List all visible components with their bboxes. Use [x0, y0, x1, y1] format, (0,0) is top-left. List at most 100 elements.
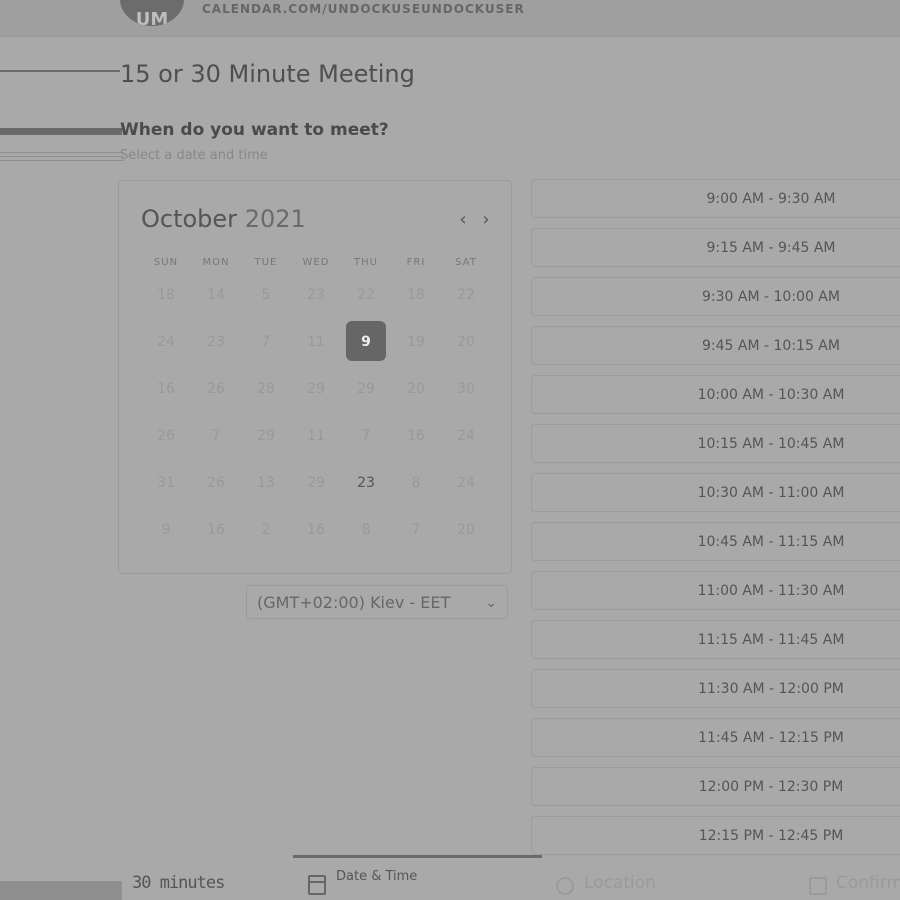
calendar-day: 26: [191, 365, 241, 412]
day-number: 16: [207, 521, 225, 538]
calendar-day: 23: [291, 271, 341, 318]
weekday-label: TUE: [254, 257, 278, 268]
calendar-day: 11: [291, 412, 341, 459]
calendar-day: 7: [391, 506, 441, 553]
week-row: 9 16 2 16 8 7 20: [141, 506, 491, 553]
day-number: 5: [261, 286, 271, 303]
calendar-day: 24: [141, 318, 191, 365]
weekday-label: FRI: [406, 257, 426, 268]
day-number: 31: [157, 474, 175, 491]
week-row: 24 23 7 11 9 19 20: [141, 318, 491, 365]
time-slot-button[interactable]: 11:15 AM - 11:45 AM: [531, 620, 900, 659]
day-number: 16: [157, 380, 175, 397]
day-number: 23: [207, 333, 225, 350]
time-slot-button[interactable]: 10:00 AM - 10:30 AM: [531, 375, 900, 414]
day-number: 18: [157, 286, 175, 303]
day-number: 7: [261, 333, 271, 350]
calendar-day: 11: [291, 318, 341, 365]
time-slot-label: 9:30 AM - 10:00 AM: [702, 289, 840, 305]
time-slot-label: 10:30 AM - 11:00 AM: [697, 485, 845, 501]
calendar-day: 20: [441, 506, 491, 553]
calendar-day: 20: [391, 365, 441, 412]
tab-location[interactable]: Location: [584, 873, 656, 893]
day-number: 8: [361, 521, 371, 538]
time-slot-button[interactable]: 11:45 AM - 12:15 PM: [531, 718, 900, 757]
week-row: 16 26 28 29 29 20 30: [141, 365, 491, 412]
year-label: 2021: [244, 205, 306, 233]
booking-url[interactable]: CALENDAR.COM/UNDOCKUSEUNDOCKUSER: [202, 2, 525, 16]
date-picker: October 2021 ‹ › SUN MON TUE WED THU FRI SAT 1…: [118, 180, 512, 574]
left-panel-strokes: [0, 60, 124, 180]
tab-confirm[interactable]: Confirm in: [836, 873, 900, 893]
calendar-day: 7: [241, 318, 291, 365]
chevron-left-icon: ‹: [459, 209, 467, 230]
weekday-label: WED: [302, 257, 330, 268]
calendar-day: 16: [291, 506, 341, 553]
calendar-day[interactable]: 23: [341, 459, 391, 506]
day-number: 28: [257, 380, 275, 397]
time-slot-label: 11:30 AM - 12:00 PM: [698, 681, 844, 697]
day-number: 23: [307, 286, 325, 303]
calendar-day: 23: [191, 318, 241, 365]
weekday-label: THU: [354, 257, 378, 268]
booking-steps-bar: 30 minutes Date & Time Location Confirm …: [0, 855, 900, 900]
time-slot-button[interactable]: 11:30 AM - 12:00 PM: [531, 669, 900, 708]
time-slot-label: 10:45 AM - 11:15 AM: [697, 534, 845, 550]
time-slot-button[interactable]: 9:15 AM - 9:45 AM: [531, 228, 900, 267]
time-slot-button[interactable]: 12:15 PM - 12:45 PM: [531, 816, 900, 855]
day-number: 24: [457, 474, 475, 491]
chevron-down-icon: ⌄: [485, 595, 497, 611]
time-slot-label: 9:00 AM - 9:30 AM: [706, 191, 836, 207]
time-slot-label: 12:15 PM - 12:45 PM: [698, 828, 844, 844]
day-number: 9: [361, 333, 371, 350]
active-tab-indicator: [293, 855, 542, 858]
day-grid: 18 14 5 23 22 18 22 24 23 7 11 9 19 20 16 26 28 29 29 20 30 2…: [141, 271, 491, 553]
time-slot-button[interactable]: 11:00 AM - 11:30 AM: [531, 571, 900, 610]
calendar-day: 8: [341, 506, 391, 553]
day-number: 7: [361, 427, 371, 444]
next-month-button[interactable]: ›: [476, 209, 496, 231]
timezone-select[interactable]: (GMT+02:00) Kiev - EET ⌄: [246, 585, 508, 619]
day-number: 29: [357, 380, 375, 397]
time-slot-button[interactable]: 9:30 AM - 10:00 AM: [531, 277, 900, 316]
avatar: UM: [120, 0, 184, 26]
time-slot-button[interactable]: 9:45 AM - 10:15 AM: [531, 326, 900, 365]
day-number: 20: [457, 333, 475, 350]
time-slot-button[interactable]: 9:00 AM - 9:30 AM: [531, 179, 900, 218]
weekday-header: SUN MON TUE WED THU FRI SAT: [141, 257, 491, 268]
calendar-day: 7: [191, 412, 241, 459]
day-number: 7: [211, 427, 221, 444]
day-number: 2: [261, 521, 271, 538]
calendar-day: 19: [391, 318, 441, 365]
weekday-label: SAT: [455, 257, 477, 268]
day-number: 22: [457, 286, 475, 303]
tab-duration[interactable]: 30 minutes: [132, 873, 225, 893]
calendar-day: 26: [141, 412, 191, 459]
day-number: 22: [357, 286, 375, 303]
timezone-value: (GMT+02:00) Kiev - EET: [257, 593, 451, 612]
month-year-label: October 2021: [141, 205, 306, 233]
calendar-day: 5: [241, 271, 291, 318]
time-slot-button[interactable]: 10:15 AM - 10:45 AM: [531, 424, 900, 463]
calendar-day: 16: [191, 506, 241, 553]
prev-month-button[interactable]: ‹: [453, 209, 473, 231]
week-row: 26 7 29 11 7 16 24: [141, 412, 491, 459]
selected-day[interactable]: 9: [341, 318, 391, 365]
checkbox-icon: [809, 877, 827, 895]
page-title: 15 or 30 Minute Meeting: [120, 60, 415, 88]
calendar-day: 29: [291, 459, 341, 506]
day-number: 20: [407, 380, 425, 397]
tab-date-time[interactable]: Date & Time: [336, 869, 417, 884]
time-slot-label: 12:00 PM - 12:30 PM: [698, 779, 844, 795]
calendar-day: 30: [441, 365, 491, 412]
time-slot-button[interactable]: 10:30 AM - 11:00 AM: [531, 473, 900, 512]
day-number: 11: [307, 427, 325, 444]
day-number: 26: [207, 474, 225, 491]
calendar-day: 18: [391, 271, 441, 318]
calendar-day: 29: [291, 365, 341, 412]
time-slot-button[interactable]: 12:00 PM - 12:30 PM: [531, 767, 900, 806]
month-label: October: [141, 205, 238, 233]
day-number: 8: [411, 474, 421, 491]
time-slot-button[interactable]: 10:45 AM - 11:15 AM: [531, 522, 900, 561]
time-slot-label: 9:45 AM - 10:15 AM: [702, 338, 840, 354]
